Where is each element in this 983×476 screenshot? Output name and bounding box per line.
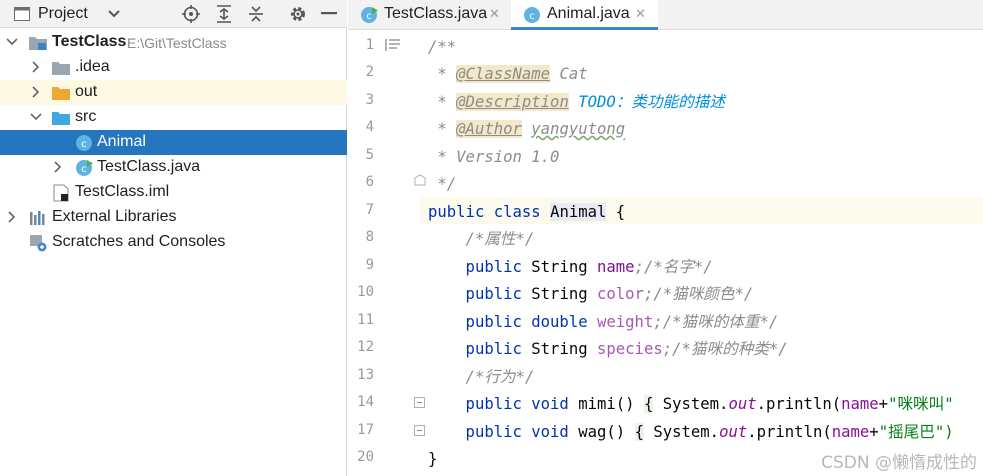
line-number: 1 bbox=[365, 37, 374, 53]
tab-testclass-java[interactable]: c TestClass.java ✕ bbox=[348, 0, 508, 30]
tree-item-testclass-java[interactable]: c TestClass.java bbox=[0, 155, 347, 180]
line-number: 7 bbox=[365, 202, 374, 218]
module-folder-icon bbox=[29, 34, 47, 52]
line-number: 11 bbox=[357, 312, 374, 328]
line-number: 4 bbox=[365, 119, 374, 135]
collapse-all-icon[interactable] bbox=[246, 4, 266, 24]
tree-item-idea[interactable]: .idea bbox=[0, 55, 347, 80]
svg-text:c: c bbox=[81, 139, 87, 150]
excluded-folder-icon bbox=[52, 84, 70, 102]
code-line: * Version 1.0 bbox=[428, 148, 560, 166]
tree-item-label: .idea bbox=[75, 58, 110, 75]
line-number: 20 bbox=[357, 449, 374, 465]
line-number-gutter: 1 2 3 4 5 6 7 8 9 10 11 12 13 14 17 20 bbox=[348, 30, 426, 476]
tab-label: TestClass.java bbox=[384, 5, 488, 22]
code-line: /** bbox=[428, 38, 457, 56]
project-view-icon[interactable] bbox=[12, 4, 32, 24]
tree-item-label: TestClass bbox=[52, 33, 127, 50]
code-area[interactable]: /** * @ClassName Cat * @Description TODO… bbox=[420, 30, 983, 476]
tree-item-src[interactable]: src bbox=[0, 105, 347, 130]
code-line: /*行为*/ bbox=[428, 368, 535, 386]
code-line: public String color;/*猫咪颜色*/ bbox=[428, 285, 754, 303]
folder-icon bbox=[52, 59, 70, 77]
scratches-icon bbox=[29, 234, 47, 252]
code-line: /*属性*/ bbox=[428, 230, 535, 248]
tree-item-label: Scratches and Consoles bbox=[52, 233, 226, 250]
code-line: * @Author yangyutong bbox=[428, 120, 626, 138]
close-icon[interactable]: ✕ bbox=[489, 6, 500, 22]
line-number: 6 bbox=[365, 174, 374, 190]
line-number: 14 bbox=[357, 394, 374, 410]
close-icon[interactable]: ✕ bbox=[635, 6, 646, 22]
svg-text:c: c bbox=[366, 11, 372, 22]
code-editor: c TestClass.java ✕ c Animal.java ✕ 1 2 3… bbox=[348, 0, 983, 476]
chevron-right-icon[interactable] bbox=[29, 60, 43, 74]
chevron-down-icon[interactable] bbox=[5, 35, 19, 49]
expand-all-icon[interactable] bbox=[214, 4, 234, 24]
chevron-right-icon[interactable] bbox=[51, 160, 65, 174]
code-line: public String species;/*猫咪的种类*/ bbox=[428, 340, 788, 358]
tree-item-testclass-iml[interactable]: TestClass.iml bbox=[0, 180, 347, 205]
line-number: 3 bbox=[365, 92, 374, 108]
tree-item-label: out bbox=[75, 83, 98, 100]
project-panel-title[interactable]: Project bbox=[38, 5, 88, 23]
chevron-right-icon[interactable] bbox=[29, 85, 43, 99]
code-line: public String name;/*名字*/ bbox=[428, 258, 713, 276]
line-number: 12 bbox=[357, 339, 374, 355]
line-number: 2 bbox=[365, 64, 374, 80]
chevron-right-icon[interactable] bbox=[5, 210, 19, 224]
project-panel-header: Project bbox=[0, 0, 347, 28]
project-tool-window: Project TestClass E:\Git\TestClass .idea… bbox=[0, 0, 347, 476]
tree-item-label: External Libraries bbox=[52, 208, 177, 225]
svg-text:c: c bbox=[529, 11, 535, 22]
tree-item-out[interactable]: out bbox=[0, 80, 347, 105]
code-line: public double weight;/*猫咪的体重*/ bbox=[428, 313, 779, 331]
tree-item-scratches-consoles[interactable]: Scratches and Consoles bbox=[0, 230, 347, 255]
iml-file-icon bbox=[52, 184, 70, 202]
tree-item-testclass-project[interactable]: TestClass E:\Git\TestClass bbox=[0, 30, 347, 55]
tab-animal-java[interactable]: c Animal.java ✕ bbox=[511, 0, 658, 30]
svg-text:c: c bbox=[81, 164, 87, 175]
code-line: public void mimi() { System.out.println(… bbox=[428, 395, 954, 413]
java-runnable-class-icon: c bbox=[75, 159, 93, 177]
line-number: 13 bbox=[357, 367, 374, 383]
code-line: public void wag() { System.out.println(n… bbox=[428, 423, 954, 441]
tree-item-label: TestClass.iml bbox=[75, 183, 170, 200]
tree-item-external-libraries[interactable]: External Libraries bbox=[0, 205, 347, 230]
code-line: } bbox=[428, 450, 438, 468]
source-folder-icon bbox=[52, 109, 70, 127]
line-number: 9 bbox=[365, 257, 374, 273]
editor-tab-bar: c TestClass.java ✕ c Animal.java ✕ bbox=[348, 0, 983, 30]
code-line: public class Animal { bbox=[428, 203, 626, 221]
line-number: 10 bbox=[357, 284, 374, 300]
java-class-icon: c bbox=[523, 6, 541, 28]
chevron-down-icon[interactable] bbox=[104, 4, 124, 24]
chevron-down-icon[interactable] bbox=[29, 110, 43, 124]
gear-icon[interactable] bbox=[288, 4, 308, 24]
tree-item-animal[interactable]: c Animal bbox=[0, 130, 347, 155]
java-class-icon: c bbox=[75, 134, 93, 152]
line-number: 17 bbox=[357, 422, 374, 438]
minimize-icon[interactable] bbox=[319, 4, 339, 24]
tree-item-label: TestClass.java bbox=[97, 158, 201, 175]
tab-label: Animal.java bbox=[547, 5, 630, 22]
line-number: 8 bbox=[365, 229, 374, 245]
library-icon bbox=[29, 209, 47, 227]
code-line: * @Description TODO：类功能的描述 bbox=[428, 93, 725, 111]
watermark-text: CSDN @懒惰成性的 bbox=[821, 453, 977, 473]
locate-target-icon[interactable] bbox=[181, 4, 201, 24]
tree-item-label: Animal bbox=[97, 133, 146, 150]
java-runnable-class-icon: c bbox=[360, 6, 378, 28]
doc-render-icon[interactable] bbox=[385, 38, 401, 56]
code-line: */ bbox=[428, 175, 457, 193]
line-number: 5 bbox=[365, 147, 374, 163]
code-line: * @ClassName Cat bbox=[428, 65, 588, 83]
tree-item-label: src bbox=[75, 108, 97, 125]
project-path-text: E:\Git\TestClass bbox=[127, 35, 227, 51]
